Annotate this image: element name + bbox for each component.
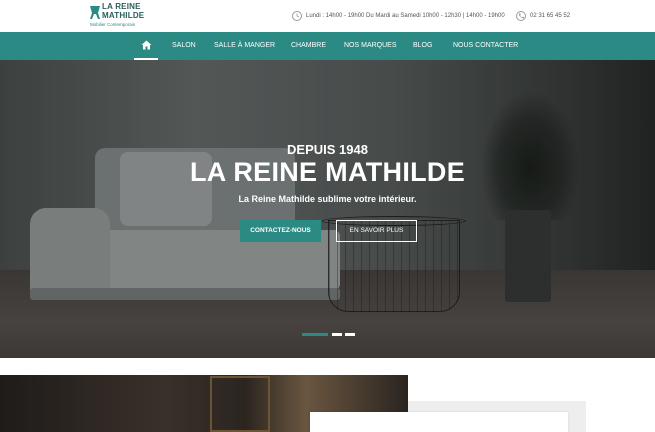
home-icon xyxy=(141,40,152,50)
logo-tagline: Mobilier Contemporain xyxy=(90,22,136,27)
hero-kicker: DEPUIS 1948 xyxy=(287,142,368,157)
chair-icon xyxy=(88,5,102,21)
slider-dot-2[interactable] xyxy=(332,333,342,336)
hero-slider: DEPUIS 1948 LA REINE MATHILDE La Reine M… xyxy=(0,60,655,358)
phone-number[interactable]: 02 31 65 45 52 xyxy=(530,13,570,19)
feature-image-frame xyxy=(210,376,270,432)
clock-icon xyxy=(292,11,302,21)
top-bar: LA REINE MATHILDE Mobilier Contemporain … xyxy=(0,0,655,32)
nav-home[interactable] xyxy=(134,32,158,60)
opening-hours: Lundi : 14h00 - 19h00 Du Mardi au Samedi… xyxy=(292,10,505,22)
nav-item-salon[interactable]: SALON xyxy=(172,32,196,60)
feature-card xyxy=(310,412,568,432)
nav-item-nous-contacter[interactable]: NOUS CONTACTER xyxy=(453,32,518,60)
nav-item-nos-marques[interactable]: NOS MARQUES xyxy=(344,32,397,60)
contact-button[interactable]: CONTACTEZ-NOUS xyxy=(240,220,321,242)
hero-subtitle: La Reine Mathilde sublime votre intérieu… xyxy=(238,194,417,204)
nav-item-salle-a-manger[interactable]: SALLE À MANGER xyxy=(214,32,275,60)
hero-title: LA REINE MATHILDE xyxy=(189,157,466,187)
opening-hours-text: Lundi : 14h00 - 19h00 Du Mardi au Samedi… xyxy=(306,13,505,19)
phone-contact[interactable]: 02 31 65 45 52 xyxy=(516,10,570,22)
logo[interactable]: LA REINE MATHILDE Mobilier Contemporain xyxy=(88,2,158,29)
logo-title: LA REINE MATHILDE xyxy=(102,2,145,20)
slider-dot-1[interactable] xyxy=(302,333,328,336)
learn-more-button[interactable]: EN SAVOIR PLUS xyxy=(336,220,417,242)
phone-icon xyxy=(516,11,526,21)
nav-item-chambre[interactable]: CHAMBRE xyxy=(291,32,326,60)
main-nav: SALON SALLE À MANGER CHAMBRE NOS MARQUES… xyxy=(0,32,655,60)
nav-item-blog[interactable]: BLOG xyxy=(413,32,432,60)
slider-dot-3[interactable] xyxy=(345,333,355,336)
hero-overlay xyxy=(0,60,655,358)
